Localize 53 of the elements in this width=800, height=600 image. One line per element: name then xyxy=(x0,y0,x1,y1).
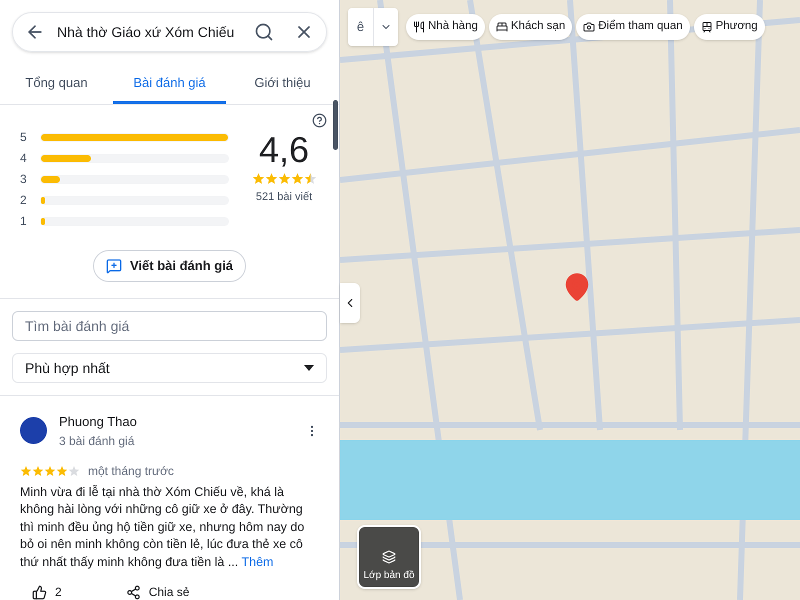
scrollbar-thumb[interactable] xyxy=(333,100,338,150)
reviewer-review-count: 3 bài đánh giá xyxy=(59,432,136,450)
map-area[interactable]: ê Nhà hàng Khách sạn Điểm tham quan Phương Lớp bản đồ xyxy=(340,0,800,600)
star-icon xyxy=(278,172,290,185)
star-icon xyxy=(252,172,264,185)
search-field[interactable]: Nhà thờ Giáo xứ Xóm Chiếu xyxy=(12,12,327,52)
layers-icon xyxy=(382,550,396,564)
star-level-label: 4 xyxy=(20,150,28,167)
review-count: 521 bài viết xyxy=(256,190,312,205)
review-search-field[interactable]: Tìm bài đánh giá xyxy=(12,311,327,341)
star-icon xyxy=(68,464,80,476)
category-chip[interactable]: Điểm tham quan xyxy=(576,14,690,40)
camera-icon xyxy=(583,21,596,33)
search-value: Nhà thờ Giáo xứ Xóm Chiếu xyxy=(57,22,236,42)
star-level-label: 5 xyxy=(20,129,28,146)
like-button[interactable]: 2 xyxy=(32,583,62,600)
average-rating: 4,6 xyxy=(258,128,310,172)
category-chip[interactable]: Phương xyxy=(694,14,765,40)
share-button[interactable]: Chia sẻ xyxy=(126,583,190,600)
star-icon xyxy=(304,172,316,185)
search-icon[interactable] xyxy=(254,22,274,42)
tab[interactable]: Tổng quan xyxy=(0,64,113,104)
reviewer-name[interactable]: Phuong Thao xyxy=(59,412,293,432)
review-text: Minh vừa đi lễ tại nhà thờ Xóm Chiếu về, khá là không hài lòng với những cô giữ xe ở đây. Thường thì minh đều ủng hộ tiền giữ xe, nhưng hôm nay do bỏ oi nên minh không còn tiền lẻ, lúc đưa thẻ xe cô thứ nhất thấy minh không đưa tiền là ... Thêm xyxy=(20,484,306,571)
map-type-label: ê xyxy=(348,8,374,46)
star-level-label: 3 xyxy=(20,171,28,188)
star-icon xyxy=(20,464,32,476)
star-level-label: 1 xyxy=(20,213,28,230)
thumbs-up-icon xyxy=(32,584,47,600)
write-review-icon xyxy=(106,258,122,274)
star-level-label: 2 xyxy=(20,192,28,209)
dropdown-caret-icon xyxy=(304,365,314,371)
more-link[interactable]: Thêm xyxy=(242,554,274,568)
star-icon xyxy=(32,464,44,476)
write-review-button[interactable]: Viết bài đánh giá xyxy=(92,250,246,282)
layers-button[interactable]: Lớp bản đồ xyxy=(357,525,421,589)
category-chip[interactable]: Nhà hàng xyxy=(406,14,485,40)
share-icon xyxy=(126,584,141,600)
star-icon xyxy=(290,172,304,185)
map-type-control[interactable]: ê xyxy=(348,8,398,46)
review-time: một tháng trước xyxy=(88,462,174,480)
help-icon[interactable] xyxy=(312,113,327,128)
star-icon xyxy=(44,464,56,476)
fork-knife-icon xyxy=(413,21,425,33)
bed-icon xyxy=(496,21,508,33)
sort-dropdown[interactable]: Phù hợp nhất xyxy=(12,353,327,383)
tab[interactable]: Bài đánh giá xyxy=(113,64,226,104)
avatar[interactable] xyxy=(20,417,47,444)
star-icon xyxy=(264,172,278,185)
star-icon xyxy=(56,464,68,476)
tab[interactable]: Giới thiệu xyxy=(226,64,339,104)
tram-icon xyxy=(700,21,713,33)
category-chip[interactable]: Khách sạn xyxy=(488,14,572,40)
